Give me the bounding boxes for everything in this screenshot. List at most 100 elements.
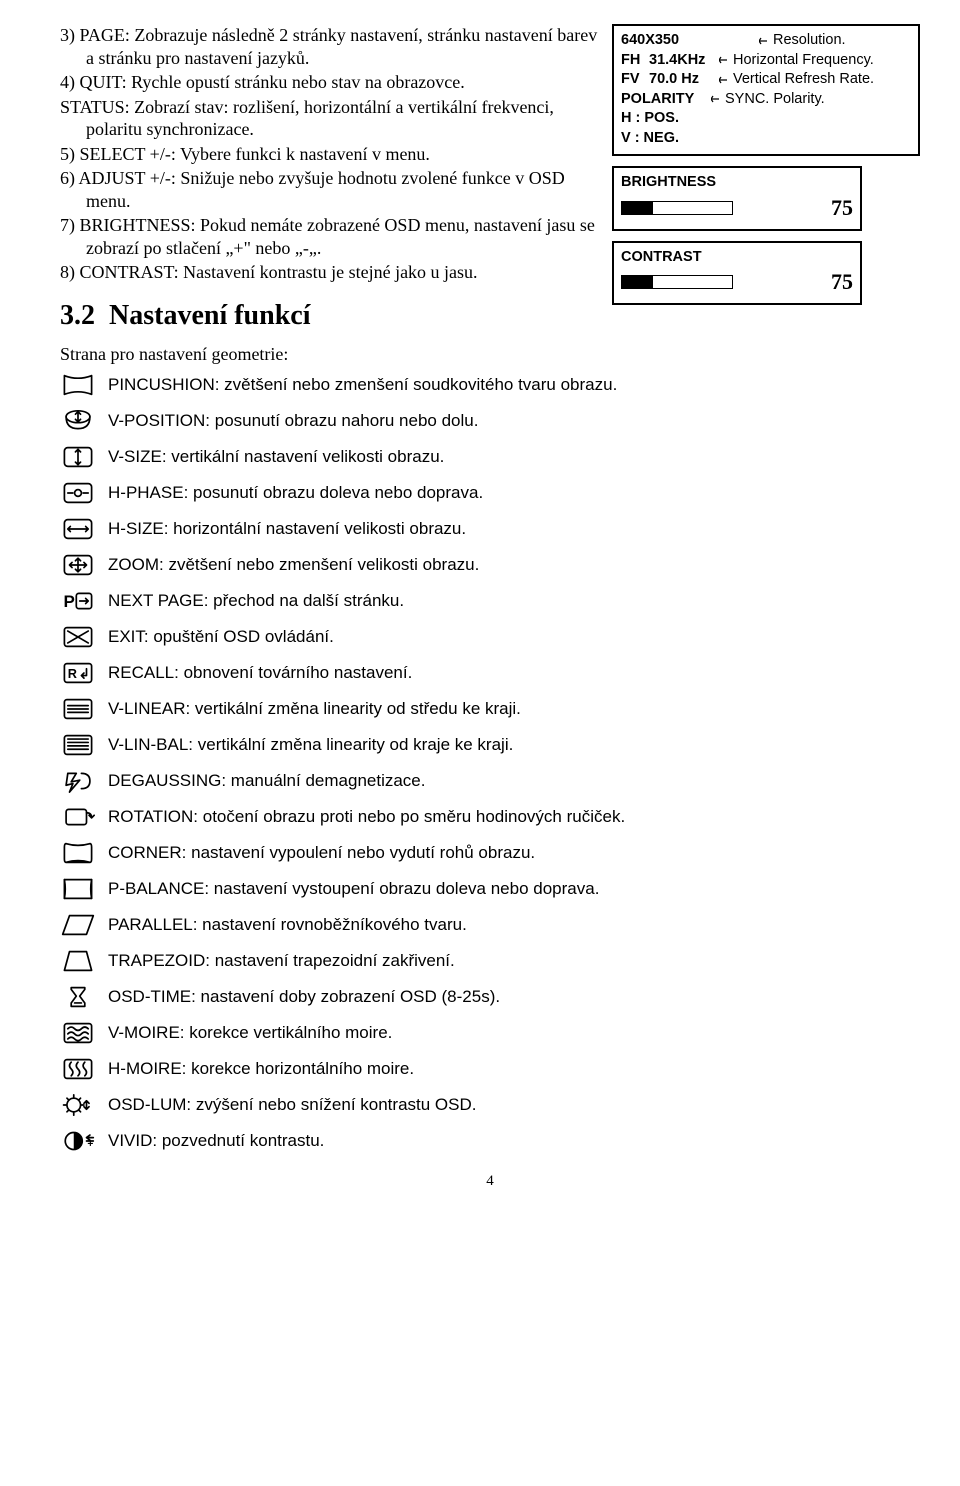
fh-label: FH — [621, 51, 649, 71]
v-position-icon — [60, 407, 96, 435]
function-text: NEXT PAGE: přechod na další stránku. — [108, 587, 404, 611]
function-text: DEGAUSSING: manuální demagnetizace. — [108, 767, 425, 791]
pincushion-icon — [60, 371, 96, 399]
function-text: P-BALANCE: nastavení vystoupení obrazu d… — [108, 875, 599, 899]
function-row: V-SIZE: vertikální nastavení velikosti o… — [60, 443, 920, 471]
status-figure: 640X350 Resolution. FH 31.4KHz Horizonta… — [612, 24, 920, 156]
function-row: H-PHASE: posunutí obrazu doleva nebo dop… — [60, 479, 920, 507]
figures-column: 640X350 Resolution. FH 31.4KHz Horizonta… — [612, 24, 920, 315]
function-text: PARALLEL: nastavení rovnoběžníkového tva… — [108, 911, 467, 935]
corner-icon — [60, 839, 96, 867]
function-text: EXIT: opuštění OSD ovládání. — [108, 623, 334, 647]
brightness-figure: BRIGHTNESS 75 — [612, 166, 862, 230]
function-text: V-POSITION: posunutí obrazu nahoru nebo … — [108, 407, 478, 431]
function-row: CORNER: nastavení vypoulení nebo vydutí … — [60, 839, 920, 867]
function-row: V-LIN-BAL: vertikální změna linearity od… — [60, 731, 920, 759]
function-text: V-LIN-BAL: vertikální změna linearity od… — [108, 731, 513, 755]
v-lin-bal-icon — [60, 731, 96, 759]
function-text: TRAPEZOID: nastavení trapezoidní zakřive… — [108, 947, 455, 971]
item-7: 7) BRIGHTNESS: Pokud nemáte zobrazené OS… — [60, 214, 604, 259]
item-6: 6) ADJUST +/-: Snižuje nebo zvyšuje hodn… — [60, 167, 604, 212]
subsection-lead: Strana pro nastavení geometrie: — [60, 344, 920, 365]
function-row: ZOOM: zvětšení nebo zmenšení velikosti o… — [60, 551, 920, 579]
fv-label: FV — [621, 70, 649, 90]
function-row: H-MOIRE: korekce horizontálního moire. — [60, 1055, 920, 1083]
function-row: P NEXT PAGE: přechod na další stránku. — [60, 587, 920, 615]
fh-desc: Horizontal Frequency. — [731, 51, 911, 71]
polarity-label: POLARITY — [621, 90, 711, 110]
fh-value: 31.4KHz — [649, 51, 719, 71]
svg-text:R: R — [68, 666, 77, 681]
polarity-h: H : POS. — [621, 109, 911, 129]
osd-lum-icon — [60, 1091, 96, 1119]
function-row: OSD-LUM: zvýšení nebo snížení kontrastu … — [60, 1091, 920, 1119]
parallel-icon — [60, 911, 96, 939]
function-row: PARALLEL: nastavení rovnoběžníkového tva… — [60, 911, 920, 939]
function-text: H-PHASE: posunutí obrazu doleva nebo dop… — [108, 479, 483, 503]
item-status: STATUS: Zobrazí stav: rozlišení, horizon… — [60, 96, 604, 141]
function-text: PINCUSHION: zvětšení nebo zmenšení soudk… — [108, 371, 617, 395]
item-3: 3) PAGE: Zobrazuje následně 2 stránky na… — [60, 24, 604, 69]
function-row: PINCUSHION: zvětšení nebo zmenšení soudk… — [60, 371, 920, 399]
item-8: 8) CONTRAST: Nastavení kontrastu je stej… — [60, 261, 604, 284]
svg-text:+: + — [87, 1138, 93, 1149]
function-row: EXIT: opuštění OSD ovládání. — [60, 623, 920, 651]
h-size-icon — [60, 515, 96, 543]
contrast-figure: CONTRAST 75 — [612, 241, 862, 305]
exit-icon — [60, 623, 96, 651]
function-row: V-LINEAR: vertikální změna linearity od … — [60, 695, 920, 723]
function-text: H-SIZE: horizontální nastavení velikosti… — [108, 515, 466, 539]
polarity-desc: SYNC. Polarity. — [723, 90, 911, 110]
rotation-icon — [60, 803, 96, 831]
function-text: OSD-LUM: zvýšení nebo snížení kontrastu … — [108, 1091, 476, 1115]
function-row: V-POSITION: posunutí obrazu nahoru nebo … — [60, 407, 920, 435]
trapezoid-icon — [60, 947, 96, 975]
numbered-list: 3) PAGE: Zobrazuje následně 2 stránky na… — [60, 24, 604, 334]
function-row: OSD-TIME: nastavení doby zobrazení OSD (… — [60, 983, 920, 1011]
function-text: V-LINEAR: vertikální změna linearity od … — [108, 695, 521, 719]
fv-value: 70.0 Hz — [649, 70, 719, 90]
h-phase-icon — [60, 479, 96, 507]
bar-track — [621, 201, 733, 215]
bar-value: 75 — [831, 193, 853, 223]
p-balance-icon — [60, 875, 96, 903]
function-text: ZOOM: zvětšení nebo zmenšení velikosti o… — [108, 551, 479, 575]
recall-icon: R — [60, 659, 96, 687]
vivid-icon: + — [60, 1127, 96, 1155]
function-row: RRECALL: obnovení továrního nastavení. — [60, 659, 920, 687]
function-row: ROTATION: otočení obrazu proti nebo po s… — [60, 803, 920, 831]
bar-label: BRIGHTNESS — [621, 173, 853, 193]
bar-track — [621, 275, 733, 289]
function-row: DEGAUSSING: manuální demagnetizace. — [60, 767, 920, 795]
fv-desc: Vertical Refresh Rate. — [731, 70, 911, 90]
bar-value: 75 — [831, 267, 853, 297]
function-text: OSD-TIME: nastavení doby zobrazení OSD (… — [108, 983, 500, 1007]
resolution-label: Resolution. — [771, 31, 911, 51]
function-text: V-SIZE: vertikální nastavení velikosti o… — [108, 443, 444, 467]
osd-time-icon — [60, 983, 96, 1011]
v-size-icon — [60, 443, 96, 471]
function-text: CORNER: nastavení vypoulení nebo vydutí … — [108, 839, 535, 863]
v-linear-icon — [60, 695, 96, 723]
function-row: P-BALANCE: nastavení vystoupení obrazu d… — [60, 875, 920, 903]
function-list: PINCUSHION: zvětšení nebo zmenšení soudk… — [60, 371, 920, 1155]
page-number: 4 — [60, 1173, 920, 1190]
polarity-v: V : NEG. — [621, 129, 911, 149]
function-text: V-MOIRE: korekce vertikálního moire. — [108, 1019, 392, 1043]
function-row: + VIVID: pozvednutí kontrastu. — [60, 1127, 920, 1155]
function-row: V-MOIRE: korekce vertikálního moire. — [60, 1019, 920, 1047]
function-text: H-MOIRE: korekce horizontálního moire. — [108, 1055, 414, 1079]
zoom-icon — [60, 551, 96, 579]
v-moire-icon — [60, 1019, 96, 1047]
h-moire-icon — [60, 1055, 96, 1083]
function-text: VIVID: pozvednutí kontrastu. — [108, 1127, 324, 1151]
bar-label: CONTRAST — [621, 248, 853, 268]
svg-text:P: P — [64, 591, 75, 610]
function-row: H-SIZE: horizontální nastavení velikosti… — [60, 515, 920, 543]
degaussing-icon — [60, 767, 96, 795]
function-text: ROTATION: otočení obrazu proti nebo po s… — [108, 803, 625, 827]
resolution-value: 640X350 — [621, 31, 711, 51]
next-page-icon: P — [60, 587, 96, 615]
section-heading: 3.2 Nastavení funkcí — [60, 300, 604, 332]
function-row: TRAPEZOID: nastavení trapezoidní zakřive… — [60, 947, 920, 975]
